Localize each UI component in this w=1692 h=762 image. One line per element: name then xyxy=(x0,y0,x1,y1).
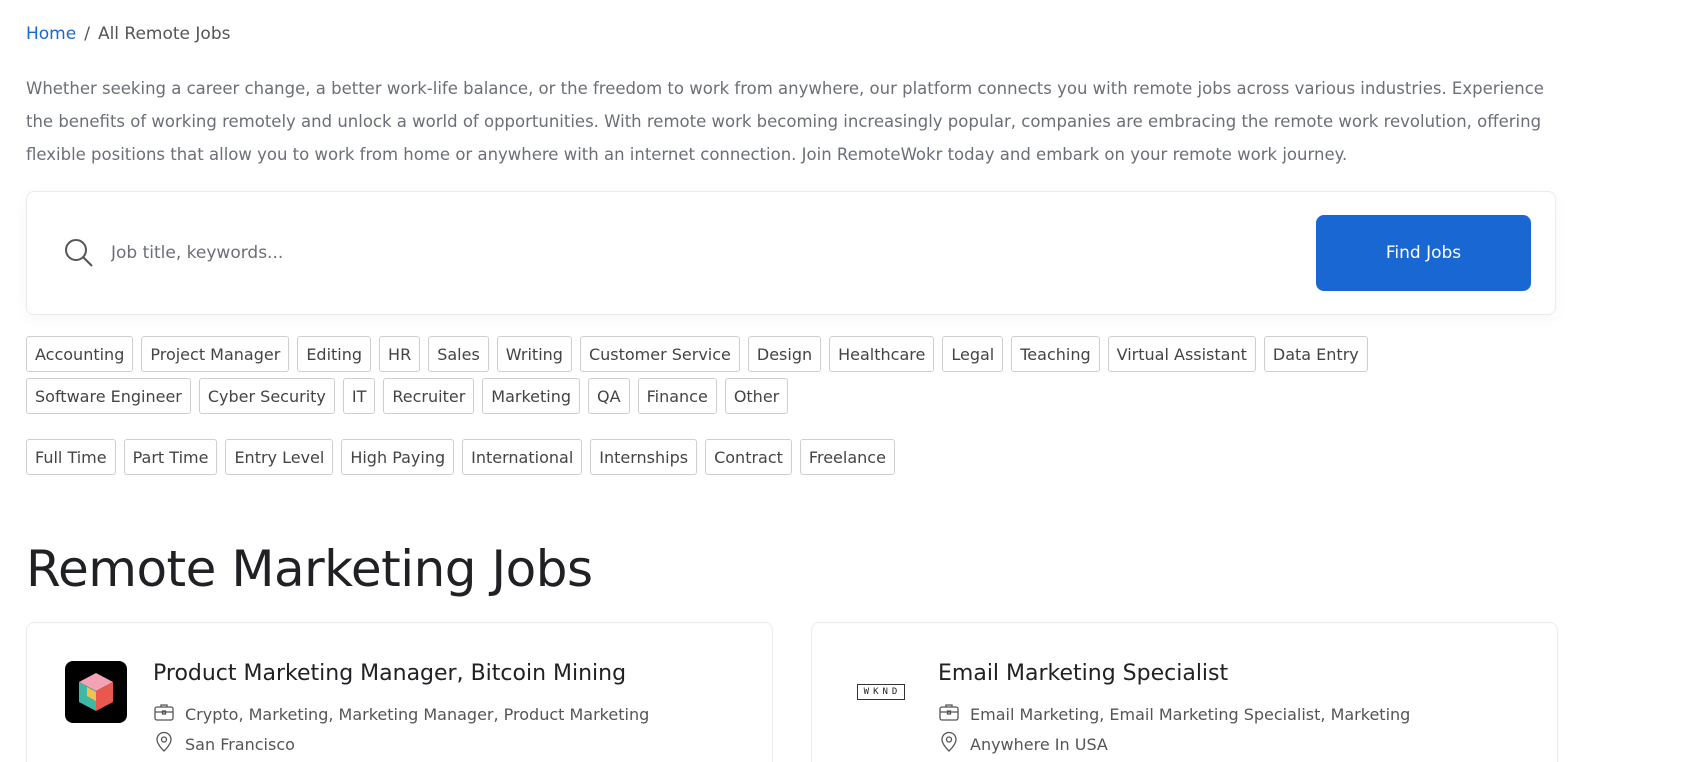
category-tag[interactable]: Virtual Assistant xyxy=(1107,336,1256,372)
breadcrumb-current: All Remote Jobs xyxy=(97,24,231,44)
company-logo xyxy=(65,661,127,723)
category-tag[interactable]: Customer Service xyxy=(579,336,740,372)
category-tag[interactable]: Data Entry xyxy=(1263,336,1368,372)
job-type-tag[interactable]: International xyxy=(462,439,583,475)
search-input[interactable] xyxy=(111,232,1311,274)
search-icon xyxy=(63,237,95,269)
category-tag[interactable]: Marketing xyxy=(482,378,581,414)
job-title[interactable]: Email Marketing Specialist xyxy=(938,661,1228,686)
category-tag[interactable]: Accounting xyxy=(26,336,134,372)
breadcrumb-separator: / xyxy=(84,24,90,44)
category-tag[interactable]: Teaching xyxy=(1011,336,1100,372)
category-tag[interactable]: HR xyxy=(379,336,421,372)
category-tag[interactable]: Project Manager xyxy=(141,336,290,372)
category-tag[interactable]: Sales xyxy=(428,336,489,372)
company-logo: WKND xyxy=(850,661,912,723)
job-card[interactable]: WKND Email Marketing Specialist Email Ma… xyxy=(811,622,1558,762)
category-tag[interactable]: Software Engineer xyxy=(26,378,191,414)
job-tags: Crypto, Marketing, Marketing Manager, Pr… xyxy=(185,704,650,724)
job-type-tag[interactable]: Freelance xyxy=(799,439,895,475)
job-type-tags: Full Time Part Time Entry Level High Pay… xyxy=(26,439,1506,475)
briefcase-icon xyxy=(153,701,175,727)
category-tag[interactable]: Legal xyxy=(942,336,1004,372)
job-location-row: San Francisco xyxy=(153,731,295,757)
category-tag[interactable]: Writing xyxy=(496,336,572,372)
find-jobs-button[interactable]: Find Jobs xyxy=(1316,215,1531,291)
job-tags: Email Marketing, Email Marketing Special… xyxy=(970,704,1411,724)
job-location: San Francisco xyxy=(185,734,295,754)
company-logo-text: WKND xyxy=(856,684,906,700)
job-type-tag[interactable]: Full Time xyxy=(26,439,116,475)
job-type-tag[interactable]: Part Time xyxy=(123,439,218,475)
category-tag[interactable]: IT xyxy=(342,378,376,414)
breadcrumb-home-link[interactable]: Home xyxy=(26,24,76,44)
location-pin-icon xyxy=(938,731,960,757)
intro-text: Whether seeking a career change, a bette… xyxy=(26,79,1544,164)
section-title: Remote Marketing Jobs xyxy=(26,540,593,598)
job-type-tag[interactable]: Internships xyxy=(590,439,698,475)
category-tag[interactable]: Other xyxy=(724,378,789,414)
job-type-tag[interactable]: Contract xyxy=(705,439,792,475)
job-type-tag[interactable]: Entry Level xyxy=(225,439,334,475)
job-card[interactable]: Product Marketing Manager, Bitcoin Minin… xyxy=(26,622,773,762)
job-tags-row: Email Marketing, Email Marketing Special… xyxy=(938,701,1410,727)
search-box: Find Jobs xyxy=(26,191,1556,315)
job-title[interactable]: Product Marketing Manager, Bitcoin Minin… xyxy=(153,661,626,686)
category-tag[interactable]: Design xyxy=(747,336,822,372)
category-tag[interactable]: Recruiter xyxy=(383,378,475,414)
job-location-row: Anywhere In USA xyxy=(938,731,1108,757)
job-type-tag[interactable]: High Paying xyxy=(341,439,455,475)
category-tag[interactable]: Cyber Security xyxy=(198,378,335,414)
category-tags: Accounting Project Manager Editing HR Sa… xyxy=(26,336,1506,414)
category-tag[interactable]: Healthcare xyxy=(829,336,935,372)
job-location: Anywhere In USA xyxy=(970,734,1108,754)
category-tag[interactable]: QA xyxy=(588,378,630,414)
breadcrumb: Home / All Remote Jobs xyxy=(26,24,230,44)
category-tag[interactable]: Editing xyxy=(297,336,372,372)
location-pin-icon xyxy=(153,731,175,757)
briefcase-icon xyxy=(938,701,960,727)
category-tag[interactable]: Finance xyxy=(637,378,717,414)
job-tags-row: Crypto, Marketing, Marketing Manager, Pr… xyxy=(153,701,649,727)
